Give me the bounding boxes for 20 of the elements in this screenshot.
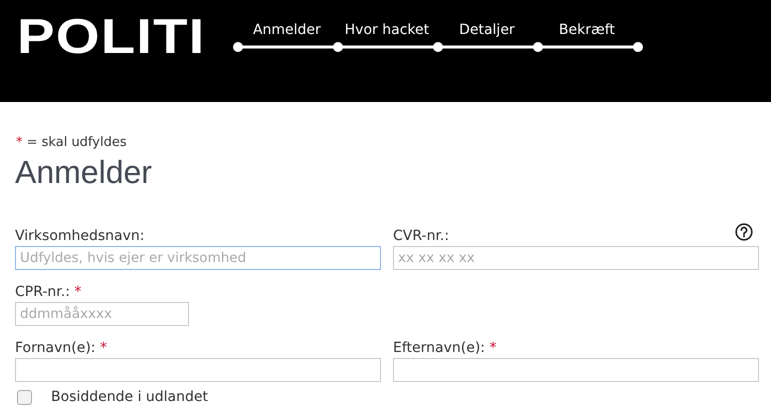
field-label: CPR-nr.: * (15, 284, 82, 300)
checkbox[interactable] (17, 390, 32, 404)
logo: POLITI (17, 13, 206, 62)
help-icon[interactable] (735, 223, 753, 241)
step-label: Bekræft (558, 22, 616, 38)
input-field[interactable] (15, 358, 381, 382)
step-label: Hvor hacket (344, 22, 430, 38)
input-field[interactable]: Udfyldes, hvis ejer er virksomhed (15, 246, 381, 270)
input-field[interactable] (393, 358, 759, 382)
section-title: Anmelder (15, 156, 153, 188)
required-legend: * = skal udfyldes (16, 135, 758, 150)
step-label: Anmelder (252, 22, 322, 38)
field-label: CVR-nr.: (393, 228, 450, 244)
checkbox-label: Bosiddende i udlandet (51, 389, 208, 405)
field-label: Virksomhedsnavn: (15, 228, 145, 244)
field-label: Efternavn(e): * (393, 340, 496, 356)
field-label: Fornavn(e): * (15, 340, 107, 356)
step-label: Detaljer (458, 22, 516, 38)
input-field[interactable]: ddmmååxxxx (15, 302, 189, 326)
input-field[interactable]: xx xx xx xx (393, 246, 759, 270)
